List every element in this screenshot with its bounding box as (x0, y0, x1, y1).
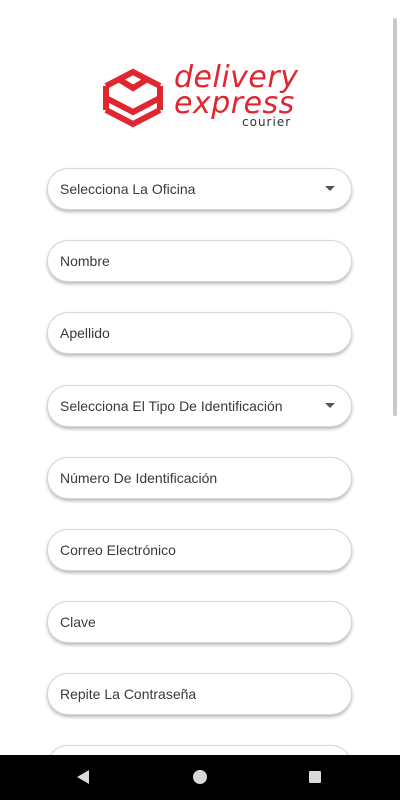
password-placeholder: Clave (60, 614, 96, 630)
delivery-express-logo: delivery express courier (100, 62, 305, 132)
id-number-placeholder: Número De Identificación (60, 470, 218, 486)
system-navigation-bar (0, 755, 400, 800)
office-select[interactable]: Selecciona La Oficina (47, 168, 352, 210)
id-type-select-value: Selecciona El Tipo De Identificación (60, 398, 283, 414)
password-repeat-field[interactable]: Repite La Contraseña (47, 673, 352, 715)
recents-square-icon[interactable] (309, 771, 321, 783)
office-select-value: Selecciona La Oficina (60, 181, 196, 197)
nombre-placeholder: Nombre (60, 253, 110, 269)
apellido-field[interactable]: Apellido (47, 312, 352, 354)
home-circle-icon[interactable] (193, 770, 207, 784)
nombre-field[interactable]: Nombre (47, 240, 352, 282)
scrollbar[interactable] (393, 18, 397, 416)
id-type-select[interactable]: Selecciona El Tipo De Identificación (47, 385, 352, 427)
password-field[interactable]: Clave (47, 601, 352, 643)
logo-text-express: express (174, 86, 295, 121)
password-repeat-placeholder: Repite La Contraseña (60, 686, 197, 702)
email-field[interactable]: Correo Electrónico (47, 529, 352, 571)
id-number-field[interactable]: Número De Identificación (47, 457, 352, 499)
logo-text-courier: courier (242, 115, 292, 129)
back-triangle-icon[interactable] (77, 770, 89, 784)
box-logo-icon (103, 68, 163, 128)
email-placeholder: Correo Electrónico (60, 542, 176, 558)
dropdown-arrow-icon[interactable] (325, 403, 335, 408)
dropdown-arrow-icon[interactable] (325, 186, 335, 191)
apellido-placeholder: Apellido (60, 325, 110, 341)
